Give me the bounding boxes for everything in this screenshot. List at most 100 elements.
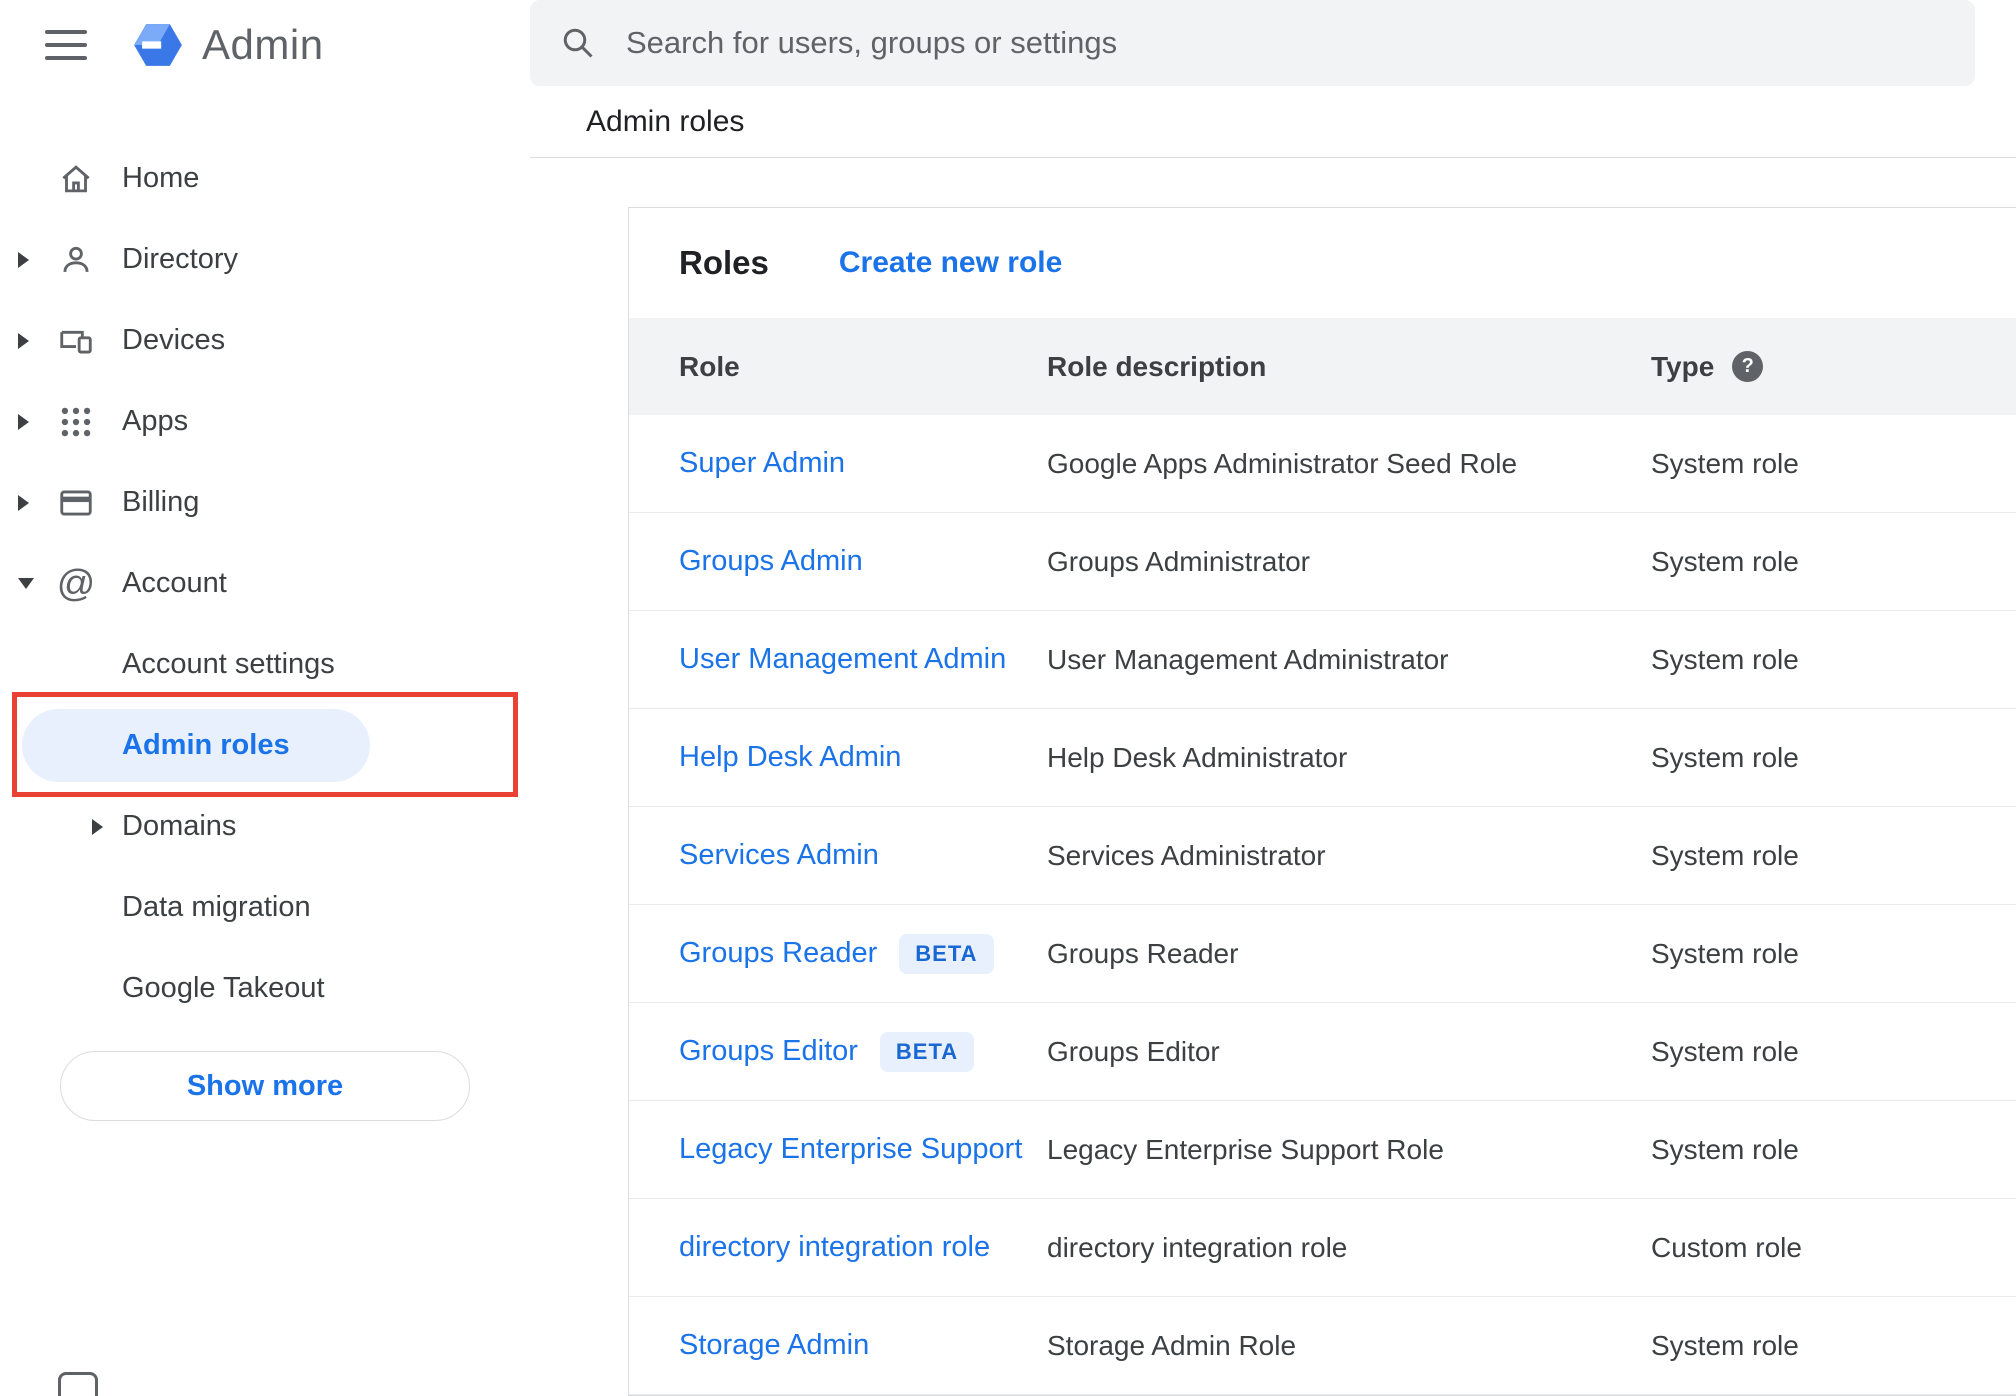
- search-box[interactable]: [530, 0, 1975, 86]
- role-link[interactable]: Services Admin: [679, 839, 879, 872]
- sidebar-item-label: Google Takeout: [122, 972, 325, 1004]
- table-row: User Management Admin User Management Ad…: [629, 611, 2016, 709]
- sidebar-item-apps[interactable]: Apps: [0, 381, 530, 462]
- sidebar-item-directory[interactable]: Directory: [0, 219, 530, 300]
- sidebar-nav: Home Directory Devices Apps Billing @ Ac…: [0, 90, 530, 1121]
- role-link[interactable]: directory integration role: [679, 1231, 990, 1264]
- sidebar-header: Admin: [0, 0, 530, 90]
- sidebar-item-label: Apps: [122, 405, 189, 437]
- main-content: Admin roles Roles Create new role Role R…: [530, 0, 2016, 1396]
- role-description: Google Apps Administrator Seed Role: [1047, 447, 1518, 479]
- column-header-type: Type: [1651, 350, 1715, 382]
- role-type: Custom role: [1651, 1231, 1802, 1263]
- sidebar-item-label: Billing: [122, 486, 200, 518]
- role-link[interactable]: Groups Editor: [679, 1035, 858, 1068]
- role-type: System role: [1651, 937, 1799, 969]
- sidebar-item-label: Admin roles: [122, 729, 290, 761]
- table-row: Groups Editor BETA Groups Editor System …: [629, 1003, 2016, 1101]
- roles-card: Roles Create new role Role Role descript…: [628, 207, 2016, 1396]
- sidebar-item-account-settings[interactable]: Account settings: [0, 624, 530, 705]
- sidebar-item-billing[interactable]: Billing: [0, 462, 530, 543]
- column-header-description: Role description: [1047, 350, 1267, 382]
- expand-arrow-icon[interactable]: [18, 332, 29, 349]
- sidebar-item-domains[interactable]: Domains: [0, 786, 530, 867]
- table-header-row: Role Role description Type ?: [629, 318, 2016, 415]
- role-type: System role: [1651, 839, 1799, 871]
- beta-badge: BETA: [879, 1031, 975, 1072]
- devices-icon: [54, 319, 98, 363]
- role-description: User Management Administrator: [1047, 643, 1449, 675]
- table-row: Help Desk Admin Help Desk Administrator …: [629, 709, 2016, 807]
- expand-arrow-icon[interactable]: [18, 251, 29, 268]
- role-description: Groups Administrator: [1047, 545, 1310, 577]
- breadcrumb: Admin roles: [530, 86, 2016, 158]
- role-link[interactable]: Groups Admin: [679, 545, 863, 578]
- sidebar-item-label: Home: [122, 162, 200, 194]
- sidebar-item-google-takeout[interactable]: Google Takeout: [0, 948, 530, 1029]
- topbar: [530, 0, 2016, 86]
- directory-icon: [54, 238, 98, 282]
- expand-arrow-icon[interactable]: [92, 818, 103, 835]
- table-row: Legacy Enterprise Support Legacy Enterpr…: [629, 1101, 2016, 1199]
- table-row: Storage Admin Storage Admin Role System …: [629, 1297, 2016, 1395]
- sidebar-item-label: Devices: [122, 324, 226, 356]
- role-link[interactable]: Storage Admin: [679, 1329, 869, 1362]
- table-row: Super Admin Google Apps Administrator Se…: [629, 415, 2016, 513]
- app-name: Admin: [202, 21, 324, 68]
- roles-title: Roles: [679, 244, 769, 281]
- role-type: System role: [1651, 545, 1799, 577]
- role-type: System role: [1651, 447, 1799, 479]
- billing-icon: [54, 481, 98, 525]
- table-row: Groups Admin Groups Administrator System…: [629, 513, 2016, 611]
- role-description: Help Desk Administrator: [1047, 741, 1348, 773]
- partial-bottom-icon: [58, 1372, 98, 1396]
- home-icon: [54, 157, 98, 201]
- role-description: Services Administrator: [1047, 839, 1326, 871]
- sidebar-item-account[interactable]: @ Account: [0, 543, 530, 624]
- table-row: Groups Reader BETA Groups Reader System …: [629, 905, 2016, 1003]
- sidebar-item-admin-roles[interactable]: Admin roles: [22, 709, 370, 782]
- sidebar-item-label: Domains: [122, 810, 237, 842]
- sidebar-item-data-migration[interactable]: Data migration: [0, 867, 530, 948]
- role-link[interactable]: User Management Admin: [679, 643, 1006, 676]
- roles-card-header: Roles Create new role: [629, 208, 2016, 318]
- role-type: System role: [1651, 1133, 1799, 1165]
- table-row: directory integration role directory int…: [629, 1199, 2016, 1297]
- create-new-role-link[interactable]: Create new role: [839, 246, 1062, 280]
- role-link[interactable]: Help Desk Admin: [679, 741, 901, 774]
- role-description: Groups Reader: [1047, 937, 1239, 969]
- sidebar-item-label: Account: [122, 567, 227, 599]
- role-description: directory integration role: [1047, 1231, 1348, 1263]
- sidebar: Admin Home Directory Devices Apps Billin…: [0, 0, 530, 1396]
- roles-table-body: Super Admin Google Apps Administrator Se…: [629, 415, 2016, 1395]
- expand-arrow-icon[interactable]: [18, 494, 29, 511]
- role-link[interactable]: Super Admin: [679, 447, 845, 480]
- role-type: System role: [1651, 741, 1799, 773]
- column-header-role: Role: [679, 350, 740, 382]
- show-more-button[interactable]: Show more: [60, 1051, 470, 1121]
- sidebar-item-label: Account settings: [122, 648, 335, 680]
- collapse-arrow-icon[interactable]: [18, 578, 34, 589]
- search-icon: [563, 28, 593, 58]
- sidebar-item-label: Directory: [122, 243, 239, 275]
- apps-icon: [54, 400, 98, 444]
- role-description: Storage Admin Role: [1047, 1329, 1297, 1361]
- role-link[interactable]: Legacy Enterprise Support: [679, 1133, 1022, 1166]
- role-type: System role: [1651, 1035, 1799, 1067]
- page-title: Admin roles: [586, 104, 745, 138]
- account-icon: @: [56, 562, 96, 605]
- role-type: System role: [1651, 1329, 1799, 1361]
- help-icon[interactable]: ?: [1732, 351, 1764, 382]
- expand-arrow-icon[interactable]: [18, 413, 29, 430]
- beta-badge: BETA: [899, 933, 994, 974]
- table-row: Services Admin Services Administrator Sy…: [629, 807, 2016, 905]
- search-input[interactable]: [626, 0, 1975, 86]
- role-link[interactable]: Groups Reader: [679, 937, 877, 970]
- sidebar-item-devices[interactable]: Devices: [0, 300, 530, 381]
- admin-logo-icon: [130, 20, 186, 70]
- sidebar-item-home[interactable]: Home: [0, 138, 530, 219]
- sidebar-item-label: Data migration: [122, 891, 311, 923]
- menu-icon[interactable]: [45, 30, 87, 60]
- role-description: Groups Editor: [1047, 1035, 1220, 1067]
- role-description: Legacy Enterprise Support Role: [1047, 1133, 1444, 1165]
